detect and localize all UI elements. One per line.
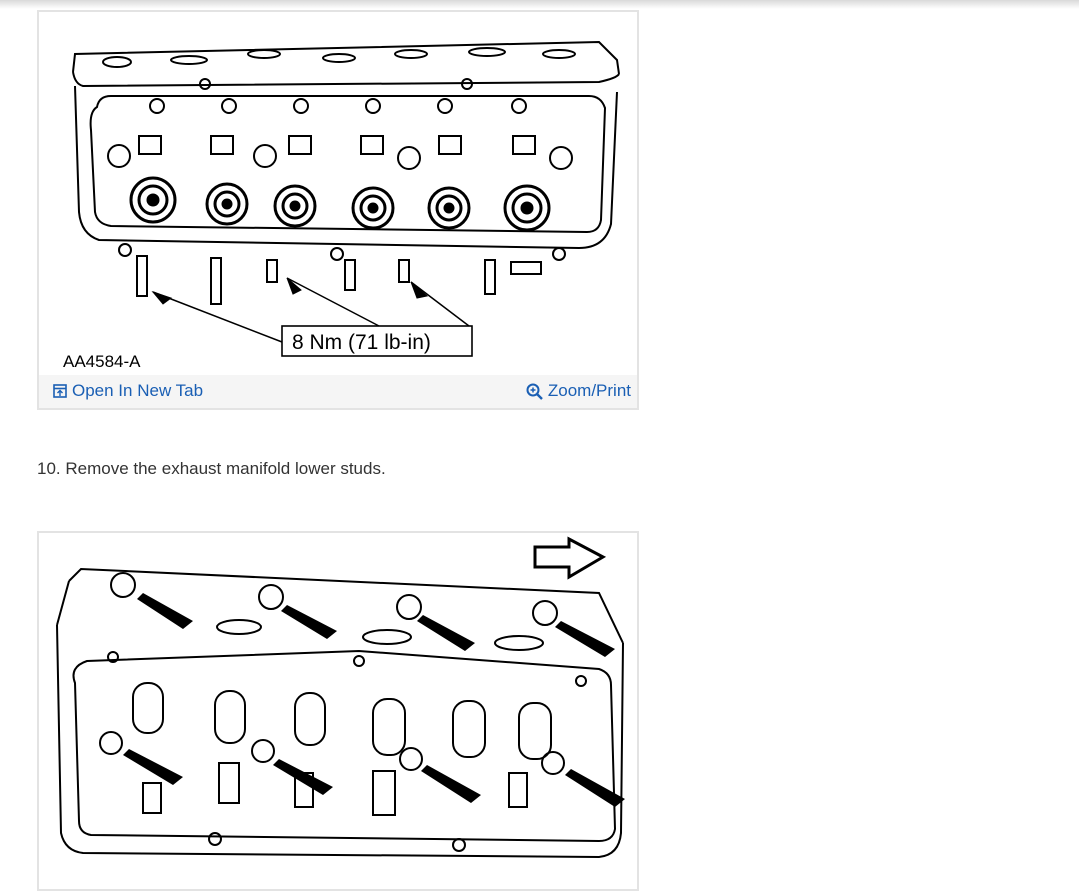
cylinder-head-diagram-2[interactable]: [39, 533, 637, 889]
torque-callout: 8 Nm (71 lb-in): [292, 331, 431, 354]
zoom-print-link[interactable]: Zoom/Print: [526, 381, 631, 401]
top-shadow: [0, 0, 1079, 9]
cylinder-head-diagram-1[interactable]: 8 Nm (71 lb-in) AA4584-A: [39, 12, 637, 375]
figure-toolbar: Open In New Tab Zoom/Print: [39, 375, 637, 408]
open-in-new-tab-label: Open In New Tab: [72, 381, 204, 400]
figure-card-1: 8 Nm (71 lb-in) AA4584-A Open In New Tab…: [37, 10, 639, 410]
open-in-new-tab-icon: [53, 384, 67, 398]
open-in-new-tab-link[interactable]: Open In New Tab: [53, 381, 203, 401]
magnifier-plus-icon: [526, 383, 543, 400]
figure-code: AA4584-A: [63, 352, 141, 371]
zoom-print-label: Zoom/Print: [547, 381, 631, 400]
step-10-text: 10. Remove the exhaust manifold lower st…: [37, 459, 386, 478]
figure-card-2: [37, 531, 639, 891]
